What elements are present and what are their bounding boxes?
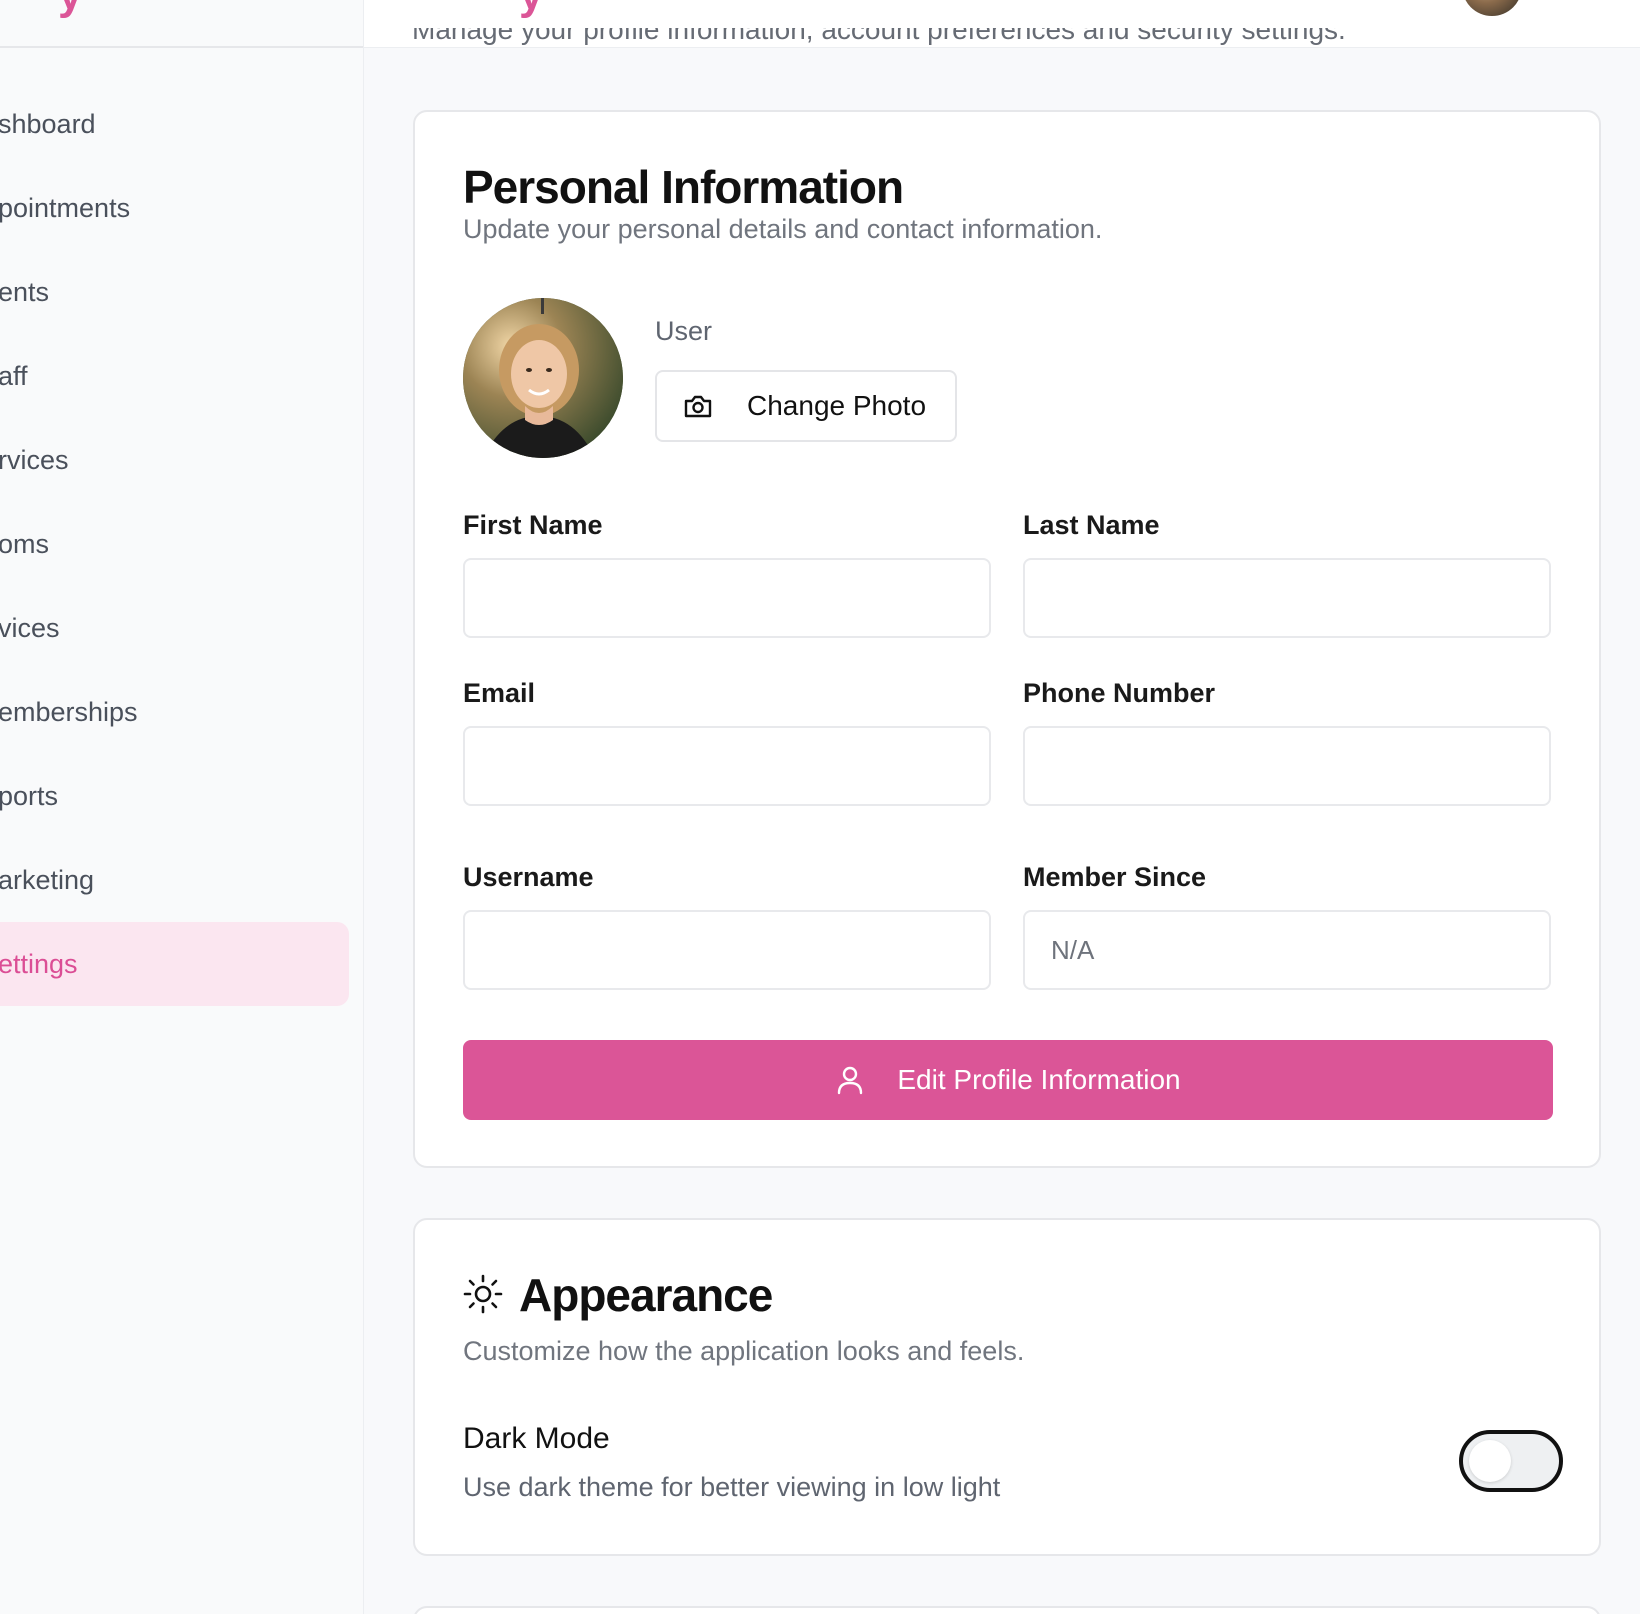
sidebar-item-devices[interactable]: vices (0, 586, 349, 670)
personal-information-description: Update your personal details and contact… (463, 214, 1103, 244)
personal-information-card: Personal Information Update your persona… (413, 110, 1601, 1168)
page-title: y (519, 0, 543, 20)
next-settings-card (413, 1606, 1601, 1614)
username-label: Username (463, 862, 594, 892)
member-since-field (1023, 910, 1551, 990)
change-photo-label: Change Photo (747, 390, 927, 421)
sidebar-item-label: aff (0, 360, 28, 391)
sidebar-item-dashboard[interactable]: shboard (0, 82, 349, 166)
brand-logo-text[interactable]: y (58, 0, 82, 20)
sidebar-item-label: emberships (0, 696, 138, 727)
sidebar-item-label: pointments (0, 192, 131, 223)
sun-icon (463, 1274, 503, 1314)
change-photo-button[interactable]: Change Photo (655, 370, 957, 442)
first-name-field[interactable] (463, 558, 991, 638)
sidebar-item-staff[interactable]: aff (0, 334, 349, 418)
sidebar-item-label: rvices (0, 444, 69, 475)
sidebar-nav: shboard pointments ents aff rvices oms v… (0, 82, 349, 1006)
sidebar-item-marketing[interactable]: arketing (0, 838, 349, 922)
profile-photo (463, 298, 623, 458)
dark-mode-description: Use dark theme for better viewing in low… (463, 1472, 1001, 1502)
edit-profile-label: Edit Profile Information (897, 1064, 1181, 1095)
personal-information-title: Personal Information (463, 161, 904, 213)
camera-icon (681, 389, 715, 423)
sidebar-item-label: ettings (0, 948, 78, 979)
appearance-card: Appearance Customize how the application… (413, 1218, 1601, 1556)
sidebar-item-settings[interactable]: ettings (0, 922, 349, 1006)
appearance-description: Customize how the application looks and … (463, 1336, 1025, 1366)
appearance-title: Appearance (519, 1269, 773, 1321)
toggle-knob (1469, 1440, 1511, 1482)
sidebar-item-services[interactable]: rvices (0, 418, 349, 502)
sidebar-brand: y (0, 0, 363, 48)
phone-number-field[interactable] (1023, 726, 1551, 806)
email-label: Email (463, 678, 536, 708)
sidebar-item-rooms[interactable]: oms (0, 502, 349, 586)
edit-profile-button[interactable]: Edit Profile Information (463, 1040, 1553, 1120)
sidebar-item-label: arketing (0, 864, 95, 895)
sidebar-item-reports[interactable]: ports (0, 754, 349, 838)
user-display-name: User (655, 316, 713, 346)
page-subtitle: Manage your profile information, account… (412, 28, 1512, 56)
sidebar-item-label: shboard (0, 108, 96, 139)
sidebar-item-clients[interactable]: ents (0, 250, 349, 334)
member-since-label: Member Since (1023, 862, 1207, 892)
sidebar-item-label: vices (0, 612, 60, 643)
dark-mode-label: Dark Mode (463, 1422, 610, 1455)
last-name-label: Last Name (1023, 510, 1160, 540)
sidebar-item-label: oms (0, 528, 50, 559)
sidebar-item-memberships[interactable]: emberships (0, 670, 349, 754)
sidebar: y shboard pointments ents aff rvices oms… (0, 0, 364, 1614)
sidebar-item-label: ents (0, 276, 50, 307)
email-field[interactable] (463, 726, 991, 806)
sidebar-item-label: ports (0, 780, 59, 811)
sidebar-item-appointments[interactable]: pointments (0, 166, 349, 250)
user-icon (835, 1063, 865, 1097)
page-subtitle-text: Manage your profile information, account… (412, 28, 1346, 45)
username-field[interactable] (463, 910, 991, 990)
phone-number-label: Phone Number (1023, 678, 1216, 708)
last-name-field[interactable] (1023, 558, 1551, 638)
dark-mode-toggle[interactable] (1459, 1430, 1563, 1492)
first-name-label: First Name (463, 510, 603, 540)
header-avatar[interactable] (1462, 0, 1522, 16)
